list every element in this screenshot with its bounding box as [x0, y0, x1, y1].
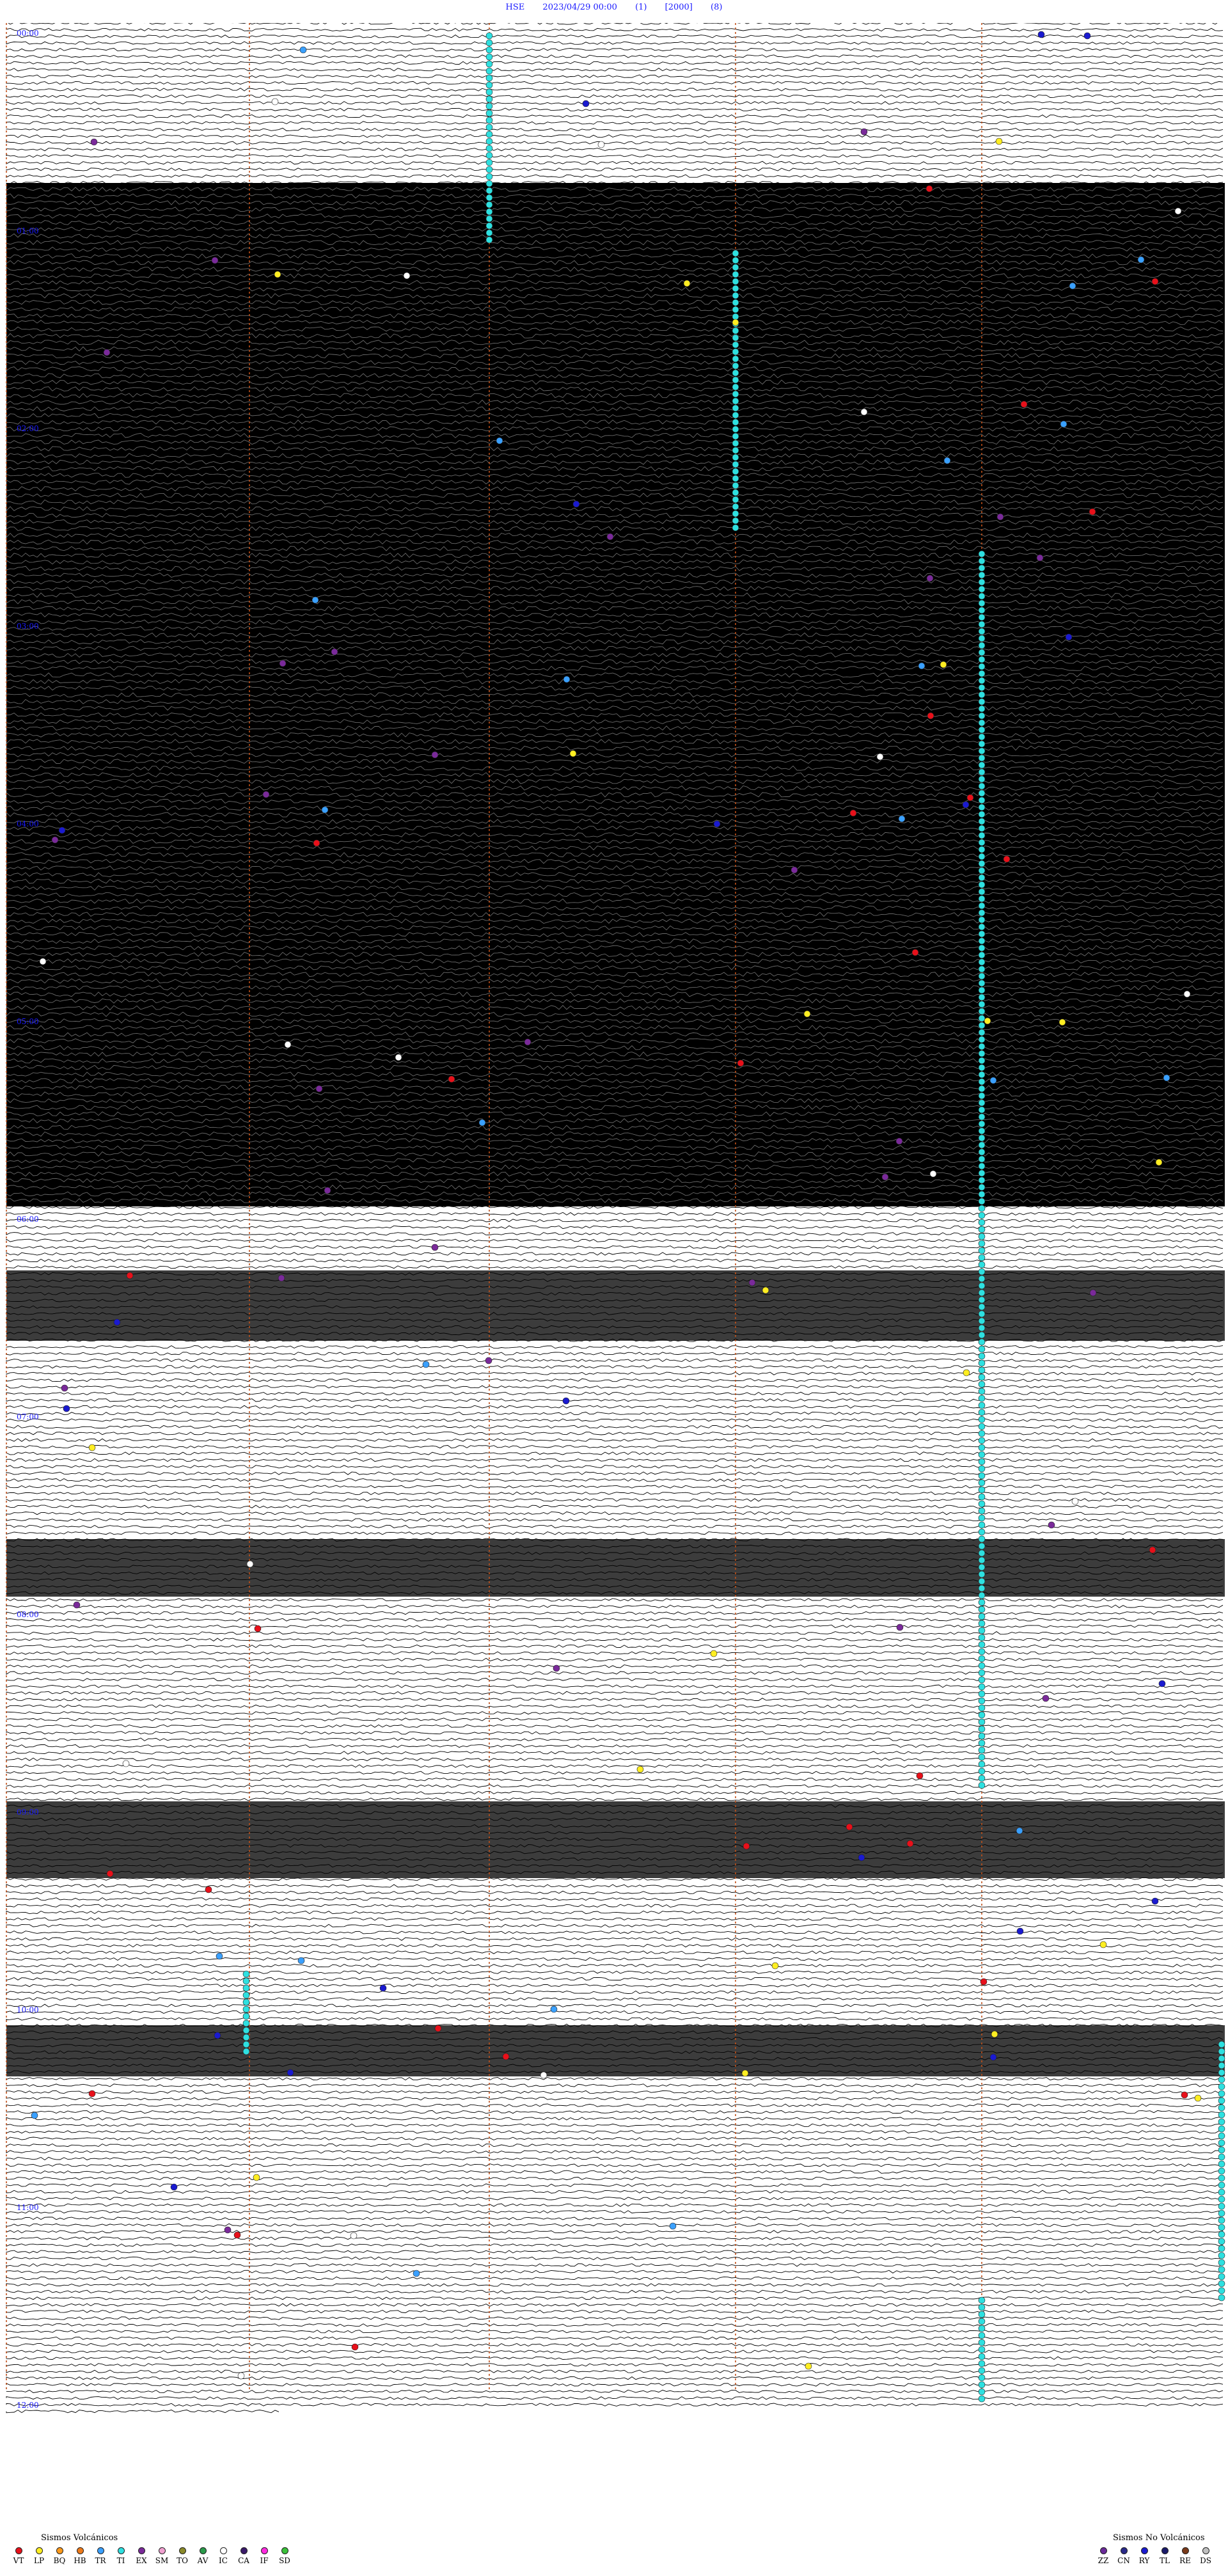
- time-label: 09:00: [17, 1808, 39, 1817]
- legend-volcanic-code: TO: [177, 2556, 188, 2565]
- time-label: 12:00: [17, 2401, 39, 2410]
- legend-volcanic-code: AV: [197, 2556, 209, 2565]
- header-field-1: (1): [635, 3, 647, 12]
- time-label: 11:00: [17, 2203, 39, 2212]
- legend-volcanic-dot-icon: [35, 2547, 43, 2554]
- legend-volcanic-code: HB: [74, 2556, 86, 2565]
- legend-non-volcanic-dot-icon: [1120, 2547, 1128, 2554]
- time-label: 01:00: [17, 226, 39, 235]
- legend-non-volcanic-code: TL: [1160, 2556, 1170, 2565]
- legend-volcanic-code: CA: [238, 2556, 249, 2565]
- legend-volcanic-code: IF: [260, 2556, 269, 2565]
- legend-non-volcanic-zz: ZZ: [1094, 2547, 1113, 2565]
- legend-non-volcanic-dot-icon: [1181, 2547, 1189, 2554]
- legend-non-volcanic-title: Sismos No Volcánicos: [1113, 2533, 1205, 2543]
- legend-volcanic-dot-icon: [178, 2547, 186, 2554]
- legend-volcanic-dot-icon: [117, 2547, 125, 2554]
- time-label: 05:00: [17, 1017, 39, 1026]
- legend-volcanic-dot-icon: [76, 2547, 84, 2554]
- legend-volcanic-tr: TR: [91, 2547, 110, 2565]
- legend-non-volcanic-dot-icon: [1161, 2547, 1169, 2554]
- legend-volcanic-dot-icon: [97, 2547, 104, 2554]
- legend-non-volcanic-code: RY: [1138, 2556, 1150, 2565]
- header-field-2: [2000]: [665, 3, 693, 12]
- helicorder-plot: 00:00 01:00 02:00 03:00 04:00 05:00 06:00 07:00…: [6, 23, 1225, 2414]
- legend-volcanic-code: SM: [155, 2556, 169, 2565]
- legend-non-volcanic-dot-icon: [1140, 2547, 1148, 2554]
- time-label: 00:00: [17, 29, 39, 38]
- legend-volcanic-code: TI: [116, 2556, 125, 2565]
- legend-volcanic-sd: SD: [275, 2547, 294, 2565]
- station-code: HSE: [505, 3, 525, 12]
- legend-non-volcanic-code: RE: [1179, 2556, 1191, 2565]
- legend-volcanic-dot-icon: [15, 2547, 22, 2554]
- legend-volcanic-code: SD: [279, 2556, 290, 2565]
- legend-volcanic-if: IF: [255, 2547, 274, 2565]
- legend-volcanic-to: TO: [173, 2547, 192, 2565]
- legend-volcanic-ti: TI: [111, 2547, 130, 2565]
- time-label: 07:00: [17, 1412, 39, 1421]
- legend-volcanic-dot-icon: [199, 2547, 207, 2554]
- legend-non-volcanic-ry: RY: [1135, 2547, 1154, 2565]
- legend-volcanic-dot-icon: [260, 2547, 268, 2554]
- legend-non-volcanic-ds: DS: [1196, 2547, 1215, 2565]
- legend-volcanic-code: IC: [219, 2556, 228, 2565]
- legend-volcanic-dot-icon: [281, 2547, 288, 2554]
- time-label: 06:00: [17, 1215, 39, 1224]
- legend-volcanic-lp: LP: [29, 2547, 49, 2565]
- legend-volcanic-bq: BQ: [50, 2547, 69, 2565]
- legend-volcanic-dot-icon: [56, 2547, 63, 2554]
- time-label: 10:00: [17, 2005, 39, 2014]
- legend-volcanic-ex: EX: [132, 2547, 151, 2565]
- legend-volcanic-code: TR: [95, 2556, 106, 2565]
- legend-volcanic-code: BQ: [53, 2556, 66, 2565]
- legend-non-volcanic-code: CN: [1117, 2556, 1130, 2565]
- legend-volcanic: Sismos Volcánicos VT LP BQ HB TR TI EX SM TO AV IC…: [9, 2533, 342, 2572]
- legend-non-volcanic-cn: CN: [1114, 2547, 1133, 2565]
- time-label: 04:00: [17, 819, 39, 828]
- legend-volcanic-title: Sismos Volcánicos: [41, 2533, 118, 2543]
- legend-non-volcanic-code: DS: [1200, 2556, 1211, 2565]
- legend-non-volcanic: Sismos No Volcánicos ZZ CN RY TL RE DS: [1094, 2533, 1225, 2572]
- legend-non-volcanic-re: RE: [1176, 2547, 1195, 2565]
- legend-non-volcanic-dot-icon: [1099, 2547, 1107, 2554]
- time-label: 03:00: [17, 622, 39, 631]
- legend-volcanic-av: AV: [193, 2547, 212, 2565]
- record-datetime: 2023/04/29 00:00: [542, 3, 617, 12]
- legend-volcanic-dot-icon: [138, 2547, 145, 2554]
- legend-non-volcanic-tl: TL: [1155, 2547, 1174, 2565]
- record-header: HSE 2023/04/29 00:00 (1) [2000] (8): [0, 1, 1228, 14]
- legend-non-volcanic-dot-icon: [1202, 2547, 1209, 2554]
- legend-volcanic-vt: VT: [9, 2547, 28, 2565]
- legend-volcanic-code: VT: [13, 2556, 24, 2565]
- legend-volcanic-ic: IC: [214, 2547, 233, 2565]
- legend-volcanic-sm: SM: [152, 2547, 171, 2565]
- header-field-3: (8): [711, 3, 723, 12]
- time-label: 02:00: [17, 424, 39, 433]
- time-label: 08:00: [17, 1610, 39, 1619]
- legend-non-volcanic-code: ZZ: [1098, 2556, 1109, 2565]
- legend-volcanic-ca: CA: [234, 2547, 253, 2565]
- legend-volcanic-dot-icon: [240, 2547, 248, 2554]
- legend-volcanic-code: EX: [136, 2556, 147, 2565]
- legend-volcanic-dot-icon: [219, 2547, 227, 2554]
- legend-volcanic-code: LP: [33, 2556, 45, 2565]
- legend-volcanic-hb: HB: [70, 2547, 90, 2565]
- legend-volcanic-dot-icon: [158, 2547, 166, 2554]
